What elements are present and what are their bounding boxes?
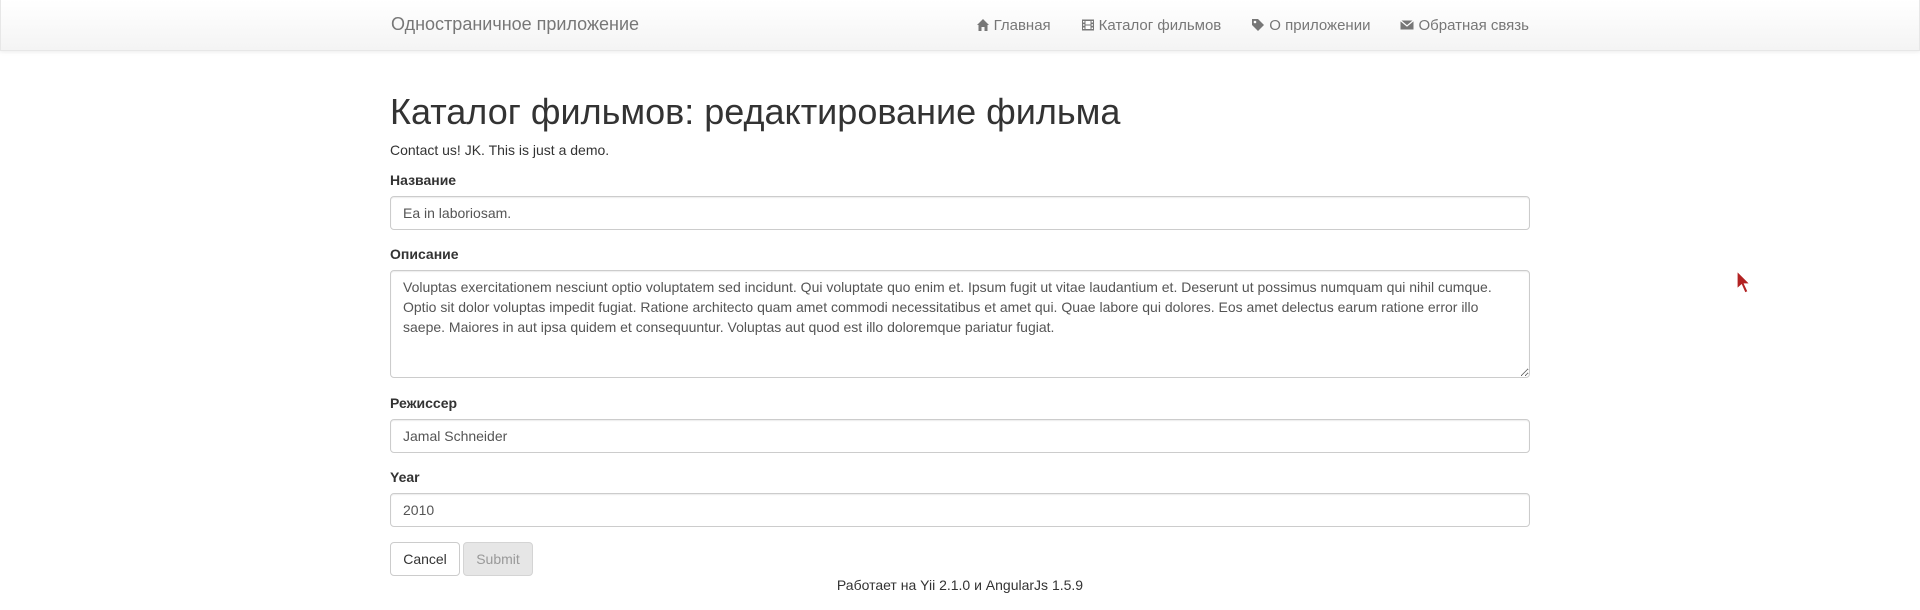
home-icon [976, 18, 990, 32]
nav-item-catalog[interactable]: Каталог фильмов [1066, 0, 1237, 50]
nav-item-label: Главная [993, 16, 1051, 34]
nav-item-label: О приложении [1269, 16, 1371, 34]
envelope-icon [1400, 18, 1415, 32]
year-input[interactable] [390, 493, 1530, 527]
navbar: Одностраничное приложение Главная Катало… [0, 0, 1920, 51]
name-label: Название [390, 172, 457, 188]
footer-text: Работает на Yii 2.1.0 и AngularJs 1.5.9 [836, 577, 1084, 593]
year-label: Year [390, 469, 420, 485]
film-icon [1081, 18, 1095, 32]
description-textarea[interactable]: Voluptas exercitationem nesciunt optio v… [390, 270, 1530, 378]
submit-button[interactable]: Submit [463, 542, 533, 576]
nav-item-label: Обратная связь [1418, 16, 1529, 34]
name-input[interactable] [390, 196, 1530, 230]
nav-item-label: Каталог фильмов [1098, 16, 1222, 34]
nav-item-home[interactable]: Главная [961, 0, 1066, 50]
nav-item-contact[interactable]: Обратная связь [1385, 0, 1529, 50]
tag-icon [1251, 18, 1265, 32]
nav-item-about[interactable]: О приложении [1236, 0, 1385, 50]
brand-link[interactable]: Одностраничное приложение [391, 14, 639, 35]
page-lead: Contact us! JK. This is just a demo. [390, 142, 610, 158]
mouse-cursor-icon [1736, 269, 1754, 296]
director-label: Режиссер [390, 395, 458, 411]
page-title: Каталог фильмов: редактирование фильма [390, 91, 1121, 132]
cancel-button[interactable]: Cancel [390, 542, 460, 576]
description-label: Описание [390, 246, 459, 262]
nav-menu: Главная Каталог фильмов О приложении Обр… [961, 0, 1529, 50]
director-input[interactable] [390, 419, 1530, 453]
